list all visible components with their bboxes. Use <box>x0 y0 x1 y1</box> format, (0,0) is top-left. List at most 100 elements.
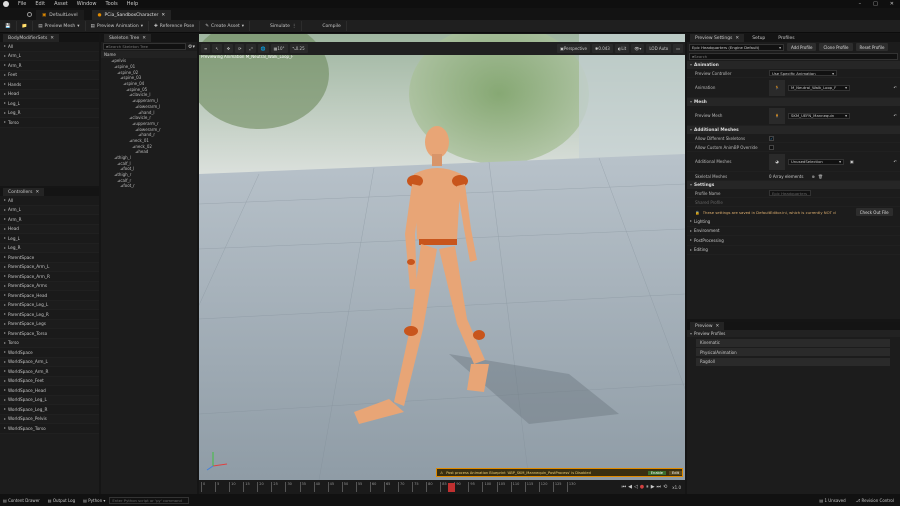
preview-animation-button[interactable]: ▤ Preview Animation ▾ <box>86 21 149 31</box>
controller-item[interactable]: Leg_R <box>0 244 99 253</box>
profile-name-field[interactable]: Epic Headquarters <box>769 190 811 196</box>
speed-button[interactable]: ✱ 0.043 <box>592 44 613 53</box>
expand-icon[interactable] <box>4 92 6 95</box>
controller-item[interactable]: WorldSpace_Arm_R <box>0 367 99 377</box>
controller-item[interactable]: Torso <box>0 339 99 348</box>
expand-icon[interactable] <box>4 64 6 67</box>
preview-profile-item[interactable]: Kinematic <box>696 338 890 347</box>
controller-item[interactable]: Leg_L <box>0 234 99 244</box>
controller-item[interactable]: WorldSpace_Leg_L <box>0 396 99 405</box>
lod-button[interactable]: LOD Auto <box>646 44 672 53</box>
expand-icon[interactable] <box>4 256 6 259</box>
expand-icon[interactable] <box>4 54 6 57</box>
allow-custom-animbp-checkbox[interactable] <box>769 144 774 150</box>
controller-item[interactable]: Arm_L <box>0 206 99 215</box>
loop-icon[interactable]: ⟲ <box>663 484 667 490</box>
expand-icon[interactable] <box>4 199 6 202</box>
console-input[interactable]: Enter Python script or 'py' command <box>109 496 190 504</box>
play-reverse-icon[interactable]: ◁ <box>634 484 638 490</box>
timeline-track[interactable]: 0 5 10 15 20 25 30 35 40 45 50 55 60 65 70 75 80 85 90 95 10… <box>201 481 581 493</box>
maximize-icon[interactable]: □ <box>873 1 878 7</box>
body-modifier-item[interactable]: Head <box>0 90 99 99</box>
tab-sandbox-character[interactable]: ● PCia_SandboxCharacter ✕ <box>91 10 172 20</box>
expand-icon[interactable] <box>4 294 6 297</box>
step-forward-icon[interactable]: ▶ <box>651 484 655 490</box>
simulate-button[interactable]: Simulate ⋮ <box>250 21 303 31</box>
section-additional-meshes[interactable]: Additional Meshes <box>687 126 900 134</box>
profile-dropdown[interactable]: Epic Headquarters (Engine Default) ▾ <box>689 43 784 51</box>
step-back-icon[interactable]: ◀ <box>628 484 632 490</box>
reset-arrow-icon[interactable]: ↶ <box>894 85 897 90</box>
world-icon[interactable]: 🌐 <box>257 44 269 53</box>
menu-asset[interactable]: Asset <box>54 1 68 7</box>
section-settings[interactable]: Settings <box>687 181 900 189</box>
minimize-icon[interactable]: – <box>859 1 862 7</box>
unsaved-indicator[interactable]: ▤ 1 Unsaved <box>819 498 845 503</box>
controller-item[interactable]: ParentSpace_Leg_R <box>0 310 99 320</box>
tab-body-modifier-sets[interactable]: BodyModifierSets ✕ <box>3 34 60 42</box>
expand-icon[interactable] <box>4 303 6 306</box>
additional-meshes-dropdown[interactable]: UnusedSelection ▾ <box>788 158 844 165</box>
controller-item[interactable]: WorldSpace_Leg_R <box>0 405 99 415</box>
controller-item[interactable]: ParentSpace_Leg_L <box>0 301 99 310</box>
expand-icon[interactable] <box>4 360 6 363</box>
controller-item[interactable]: ParentSpace_Arm_L <box>0 263 99 272</box>
expand-icon[interactable] <box>4 265 6 268</box>
expand-icon[interactable] <box>4 408 6 411</box>
skip-end-icon[interactable]: ⏭ <box>657 484 662 490</box>
compile-button[interactable]: Compile <box>302 21 347 31</box>
menu-file[interactable]: File <box>18 1 26 7</box>
controller-item[interactable]: ParentSpace_Torso <box>0 329 99 339</box>
expand-icon[interactable] <box>4 111 6 114</box>
pause-icon[interactable]: ⏸ <box>646 484 649 490</box>
reference-pose-button[interactable]: ✚ Reference Pose <box>149 21 201 31</box>
preview-controller-dropdown[interactable]: Use Specific Animation ▾ <box>769 70 837 76</box>
controller-item[interactable]: ParentSpace_Legs <box>0 320 99 329</box>
controller-item[interactable]: All <box>0 196 99 206</box>
controller-item[interactable]: ParentSpace_Head <box>0 291 99 301</box>
tab-preview[interactable]: Preview ✕ <box>690 322 725 330</box>
expand-icon[interactable] <box>4 45 6 48</box>
expand-icon[interactable] <box>4 237 6 240</box>
controller-item[interactable]: WorldSpace_Arm_L <box>0 358 99 367</box>
section-collapsed[interactable]: Environment <box>687 227 900 236</box>
expand-icon[interactable] <box>4 332 6 335</box>
body-modifier-item[interactable]: Arm_L <box>0 52 99 61</box>
controller-item[interactable]: Arm_R <box>0 215 99 225</box>
unreal-home-icon[interactable] <box>27 11 32 17</box>
timeline-playhead[interactable] <box>448 483 455 492</box>
controller-item[interactable]: ParentSpace_Arm_R <box>0 272 99 282</box>
close-tab-icon[interactable]: ✕ <box>50 36 54 41</box>
section-collapsed[interactable]: Lighting <box>687 217 900 227</box>
scale-tool-icon[interactable]: ⤢ <box>246 44 256 53</box>
tab-controllers[interactable]: Controllers ✕ <box>3 188 45 196</box>
perspective-button[interactable]: ▣ Perspective <box>557 44 591 53</box>
preview-mesh-button[interactable]: ▤ Preview Mesh ▾ <box>33 21 86 31</box>
hamburger-menu-icon[interactable]: ≡ <box>201 44 211 53</box>
preview-mesh-dropdown[interactable]: SKM_UEFN_Mannequin ▾ <box>788 112 850 119</box>
expand-icon[interactable] <box>4 322 6 325</box>
menu-window[interactable]: Window <box>77 1 97 7</box>
clone-profile-button[interactable]: Clone Profile <box>819 43 853 51</box>
controller-item[interactable]: WorldSpace_Torso <box>0 424 99 434</box>
menu-edit[interactable]: Edit <box>35 1 45 7</box>
add-profile-button[interactable]: Add Profile <box>787 43 817 51</box>
expand-icon[interactable] <box>4 218 6 221</box>
unreal-logo-icon[interactable] <box>3 1 9 7</box>
tab-skeleton-tree[interactable]: Skeleton Tree ✕ <box>104 34 152 42</box>
output-log-button[interactable]: ▤ Output Log <box>48 498 75 503</box>
controller-item[interactable]: ParentSpace_Arms <box>0 282 99 291</box>
rotate-tool-icon[interactable]: ⟳ <box>235 44 245 53</box>
viewport[interactable]: Previewing Animation M_Neutral_Walk_Loop… <box>199 34 685 480</box>
expand-icon[interactable] <box>4 341 6 344</box>
add-element-icon[interactable]: ⊕ <box>811 174 814 179</box>
tab-setup[interactable]: Setup <box>747 34 771 42</box>
expand-icon[interactable] <box>4 246 6 249</box>
body-modifier-item[interactable]: Leg_R <box>0 109 99 118</box>
expand-icon[interactable] <box>4 417 6 420</box>
settings-icon[interactable]: ⚙▾ <box>188 44 195 50</box>
save-asset-icon[interactable]: ▣ <box>850 159 854 164</box>
section-animation[interactable]: Animation <box>687 61 900 69</box>
grid-snap-button[interactable]: ▦ 10° <box>270 44 288 53</box>
delete-icon[interactable]: 🗑 <box>818 174 823 179</box>
